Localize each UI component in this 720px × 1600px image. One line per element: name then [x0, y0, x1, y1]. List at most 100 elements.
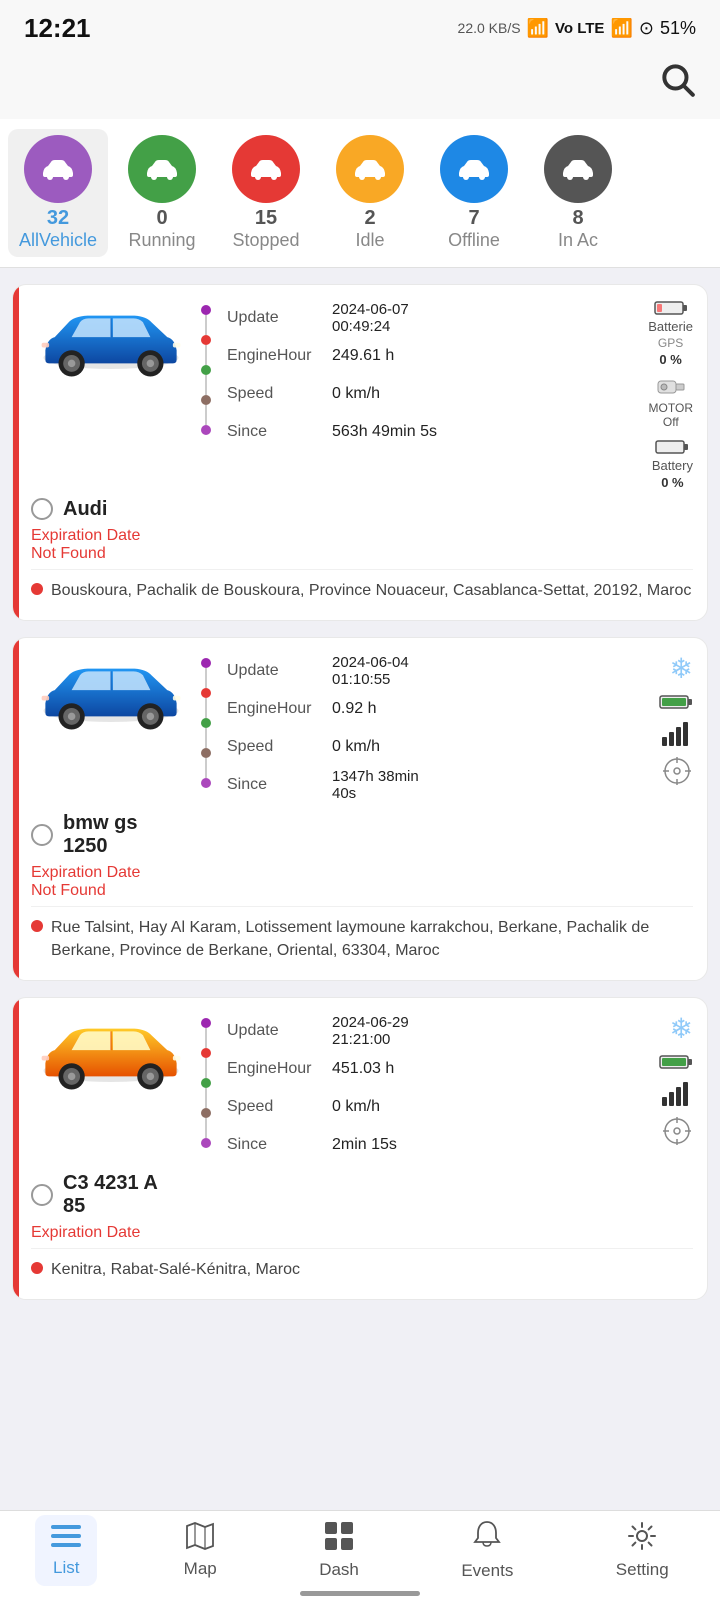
- address-text-bmw: Rue Talsint, Hay Al Karam, Lotissement l…: [51, 917, 693, 962]
- crosshair-item: [661, 755, 693, 787]
- dot-since: [201, 395, 211, 405]
- search-bar: [0, 52, 720, 119]
- dot-speed: [201, 365, 211, 375]
- speed-label: Speed: [227, 385, 332, 403]
- battery-value: 0 %: [661, 475, 683, 490]
- nav-events[interactable]: Events: [445, 1512, 529, 1589]
- enginehour-value: 249.61 h: [332, 347, 394, 365]
- inac-count: 8: [572, 207, 583, 230]
- card-right-audi: Batterie GPS 0 % MOTOROff: [603, 299, 693, 490]
- stopped-label: Stopped: [232, 230, 299, 251]
- timeline-dots-bmw: [201, 652, 211, 804]
- batterie-label: Batterie: [648, 319, 693, 334]
- idle-label: Idle: [355, 230, 384, 251]
- all-vehicle-label: AllVehicle: [19, 230, 97, 251]
- vehicle-name-row-c3: C3 4231 A85: [31, 1172, 693, 1218]
- network-speed: 22.0 KB/S: [458, 20, 521, 36]
- offline-label: Offline: [448, 230, 500, 251]
- snowflake-item-c3: ❄: [670, 1012, 693, 1045]
- stopped-count: 15: [255, 207, 277, 230]
- nav-list-label: List: [53, 1558, 79, 1578]
- vehicle-select-radio-c3[interactable]: [31, 1184, 53, 1206]
- timeline-dots-audi: [201, 299, 211, 451]
- tab-stopped[interactable]: 15 Stopped: [216, 129, 316, 257]
- vehicle-name-row-bmw: bmw gs1250: [31, 812, 693, 858]
- idle-count: 2: [364, 207, 375, 230]
- wifi-icon: 📶: [527, 18, 549, 39]
- search-button[interactable]: [658, 60, 696, 107]
- status-icons: 22.0 KB/S 📶 Vo LTE 📶 ⊙ 51%: [458, 18, 696, 39]
- address-dot-bmw: [31, 920, 43, 932]
- battery-percent: 51%: [660, 18, 696, 39]
- card-accent-bmw: [13, 638, 19, 980]
- enginehour-entry: EngineHour 249.61 h: [227, 337, 437, 375]
- address-dot-c3: [31, 1262, 43, 1274]
- lte-icon: Vo LTE: [555, 20, 604, 37]
- map-icon: [185, 1522, 215, 1555]
- vehicle-name-row-audi: Audi: [31, 498, 693, 521]
- nav-setting-label: Setting: [616, 1560, 669, 1580]
- vehicle-name-c3: C3 4231 A85: [63, 1172, 158, 1218]
- nav-events-label: Events: [461, 1561, 513, 1581]
- update-value: 2024-06-0700:49:24: [332, 301, 409, 335]
- dash-icon: [324, 1521, 354, 1556]
- since-label: Since: [227, 423, 332, 441]
- bottom-navigation: List Map Dash: [0, 1510, 720, 1600]
- address-row-audi: Bouskoura, Pachalik de Bouskoura, Provin…: [31, 569, 693, 606]
- car-image-c3: [31, 1012, 191, 1092]
- address-text-audi: Bouskoura, Pachalik de Bouskoura, Provin…: [51, 580, 691, 602]
- details-values-bmw: Update 2024-06-0401:10:55 EngineHour 0.9…: [227, 652, 419, 804]
- expiry-text-bmw: Expiration DateNot Found: [31, 864, 693, 900]
- list-icon: [51, 1523, 81, 1554]
- battery-icon: ⊙: [639, 18, 654, 39]
- card-right-bmw: ❄: [603, 652, 693, 787]
- address-dot: [31, 583, 43, 595]
- nav-list[interactable]: List: [35, 1515, 97, 1586]
- car-image-bmw: [31, 652, 191, 732]
- tab-in-ac[interactable]: 8 In Ac: [528, 129, 628, 257]
- speed-value: 0 km/h: [332, 385, 380, 403]
- running-label: Running: [128, 230, 195, 251]
- batterie-gps-label: GPS: [658, 336, 683, 350]
- batterie-gps-value: 0 %: [659, 352, 681, 367]
- details-values-c3: Update 2024-06-2921:21:00 EngineHour 451…: [227, 1012, 409, 1164]
- vehicle-select-radio-audi[interactable]: [31, 498, 53, 520]
- since-value: 563h 49min 5s: [332, 423, 437, 441]
- status-time: 12:21: [24, 13, 91, 44]
- battery-label: Battery: [652, 458, 693, 473]
- details-values-audi: Update 2024-06-0700:49:24 EngineHour 249…: [227, 299, 437, 451]
- vehicle-card-audi: Update 2024-06-0700:49:24 EngineHour 249…: [12, 284, 708, 621]
- vehicle-card-bmw: Update 2024-06-0401:10:55 EngineHour 0.9…: [12, 637, 708, 981]
- speed-entry: Speed 0 km/h: [227, 375, 437, 413]
- address-row-c3: Kenitra, Rabat-Salé-Kénitra, Maroc: [31, 1248, 693, 1285]
- tab-offline[interactable]: 7 Offline: [424, 129, 524, 257]
- dot-end: [201, 425, 211, 435]
- nav-setting[interactable]: Setting: [600, 1513, 685, 1588]
- expiry-text-audi: Expiration DateNot Found: [31, 527, 693, 563]
- tab-all-vehicle[interactable]: 32 AllVehicle: [8, 129, 108, 257]
- vehicle-card-c3: Update 2024-06-2921:21:00 EngineHour 451…: [12, 997, 708, 1300]
- setting-icon: [627, 1521, 657, 1556]
- tab-idle[interactable]: 2 Idle: [320, 129, 420, 257]
- nav-dash[interactable]: Dash: [303, 1513, 375, 1588]
- battery-item: Battery 0 %: [652, 438, 693, 490]
- tab-running[interactable]: 0 Running: [112, 129, 212, 257]
- car-image-audi: [31, 299, 191, 379]
- signal-full-item: [661, 719, 693, 747]
- timeline-dots-c3: [201, 1012, 211, 1164]
- status-bar: 12:21 22.0 KB/S 📶 Vo LTE 📶 ⊙ 51%: [0, 0, 720, 52]
- events-icon: [473, 1520, 501, 1557]
- since-entry: Since 563h 49min 5s: [227, 413, 437, 451]
- signal-full-item-c3: [661, 1079, 693, 1107]
- vehicle-select-radio-bmw[interactable]: [31, 824, 53, 846]
- nav-map[interactable]: Map: [168, 1514, 233, 1587]
- dot-engine: [201, 335, 211, 345]
- card-accent: [13, 285, 19, 620]
- card-right-c3: ❄: [603, 1012, 693, 1147]
- motor-item: MOTOROff: [649, 375, 693, 430]
- home-indicator: [300, 1591, 420, 1596]
- crosshair-item-c3: [661, 1115, 693, 1147]
- running-count: 0: [156, 207, 167, 230]
- vehicle-type-tabs: 32 AllVehicle 0 Running 15 Stopped 2 Idl…: [0, 119, 720, 268]
- dot-update: [201, 305, 211, 315]
